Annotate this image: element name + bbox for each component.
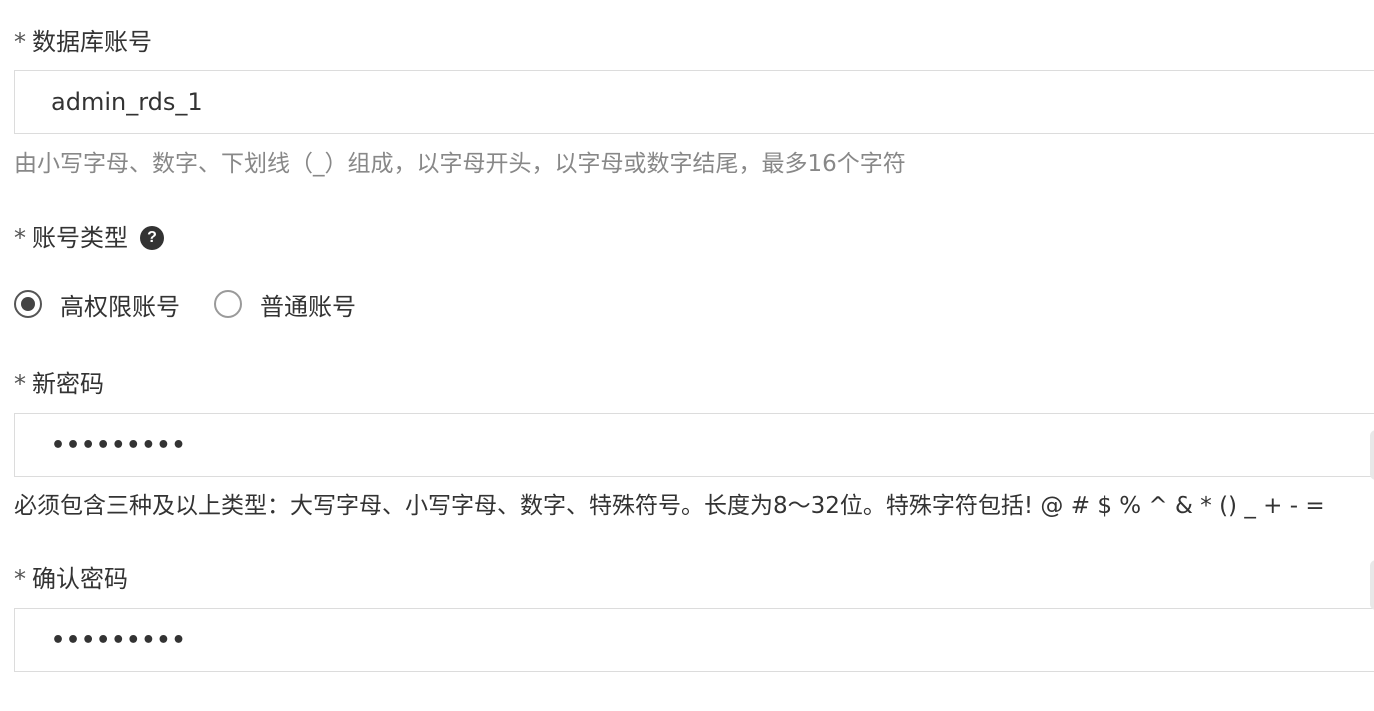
confirm-password-label-row: * 确认密码 — [14, 563, 128, 595]
radio-normal-label: 普通账号 — [260, 292, 356, 321]
edge-shadow — [1370, 560, 1374, 610]
confirm-password-value: ••••••••• — [51, 627, 187, 653]
radio-high-privilege-label: 高权限账号 — [60, 292, 180, 321]
new-password-label-row: * 新密码 — [14, 368, 104, 400]
new-password-input[interactable]: ••••••••• — [14, 413, 1374, 477]
radio-dot — [21, 297, 35, 311]
new-password-label: 新密码 — [32, 370, 104, 398]
question-circle-icon[interactable]: ? — [140, 226, 164, 250]
radio-checked-icon[interactable] — [14, 290, 42, 318]
account-label-row: * 数据库账号 — [14, 26, 152, 58]
confirm-password-label: 确认密码 — [32, 565, 128, 593]
account-hint: 由小写字母、数字、下划线（_）组成，以字母开头，以字母或数字结尾，最多16个字符 — [14, 151, 906, 177]
account-input-value: admin_rds_1 — [51, 88, 203, 116]
confirm-password-input[interactable]: ••••••••• — [14, 608, 1374, 672]
radio-normal[interactable]: 普通账号 — [214, 287, 356, 322]
radio-high-privilege[interactable]: 高权限账号 — [14, 287, 180, 322]
required-mark: * — [14, 565, 26, 593]
account-type-label-row: * 账号类型 ? — [14, 222, 164, 254]
account-type-radio-group: 高权限账号 普通账号 — [14, 284, 390, 324]
account-type-label: 账号类型 — [32, 224, 128, 252]
required-mark: * — [14, 370, 26, 398]
required-mark: * — [14, 224, 26, 252]
password-hint: 必须包含三种及以上类型：大写字母、小写字母、数字、特殊符号。长度为8～32位。特… — [14, 493, 1325, 519]
account-label: 数据库账号 — [32, 28, 152, 56]
radio-unchecked-icon[interactable] — [214, 290, 242, 318]
required-mark: * — [14, 28, 26, 56]
edge-shadow — [1370, 430, 1374, 480]
new-password-value: ••••••••• — [51, 432, 187, 458]
account-input[interactable]: admin_rds_1 — [14, 70, 1374, 134]
